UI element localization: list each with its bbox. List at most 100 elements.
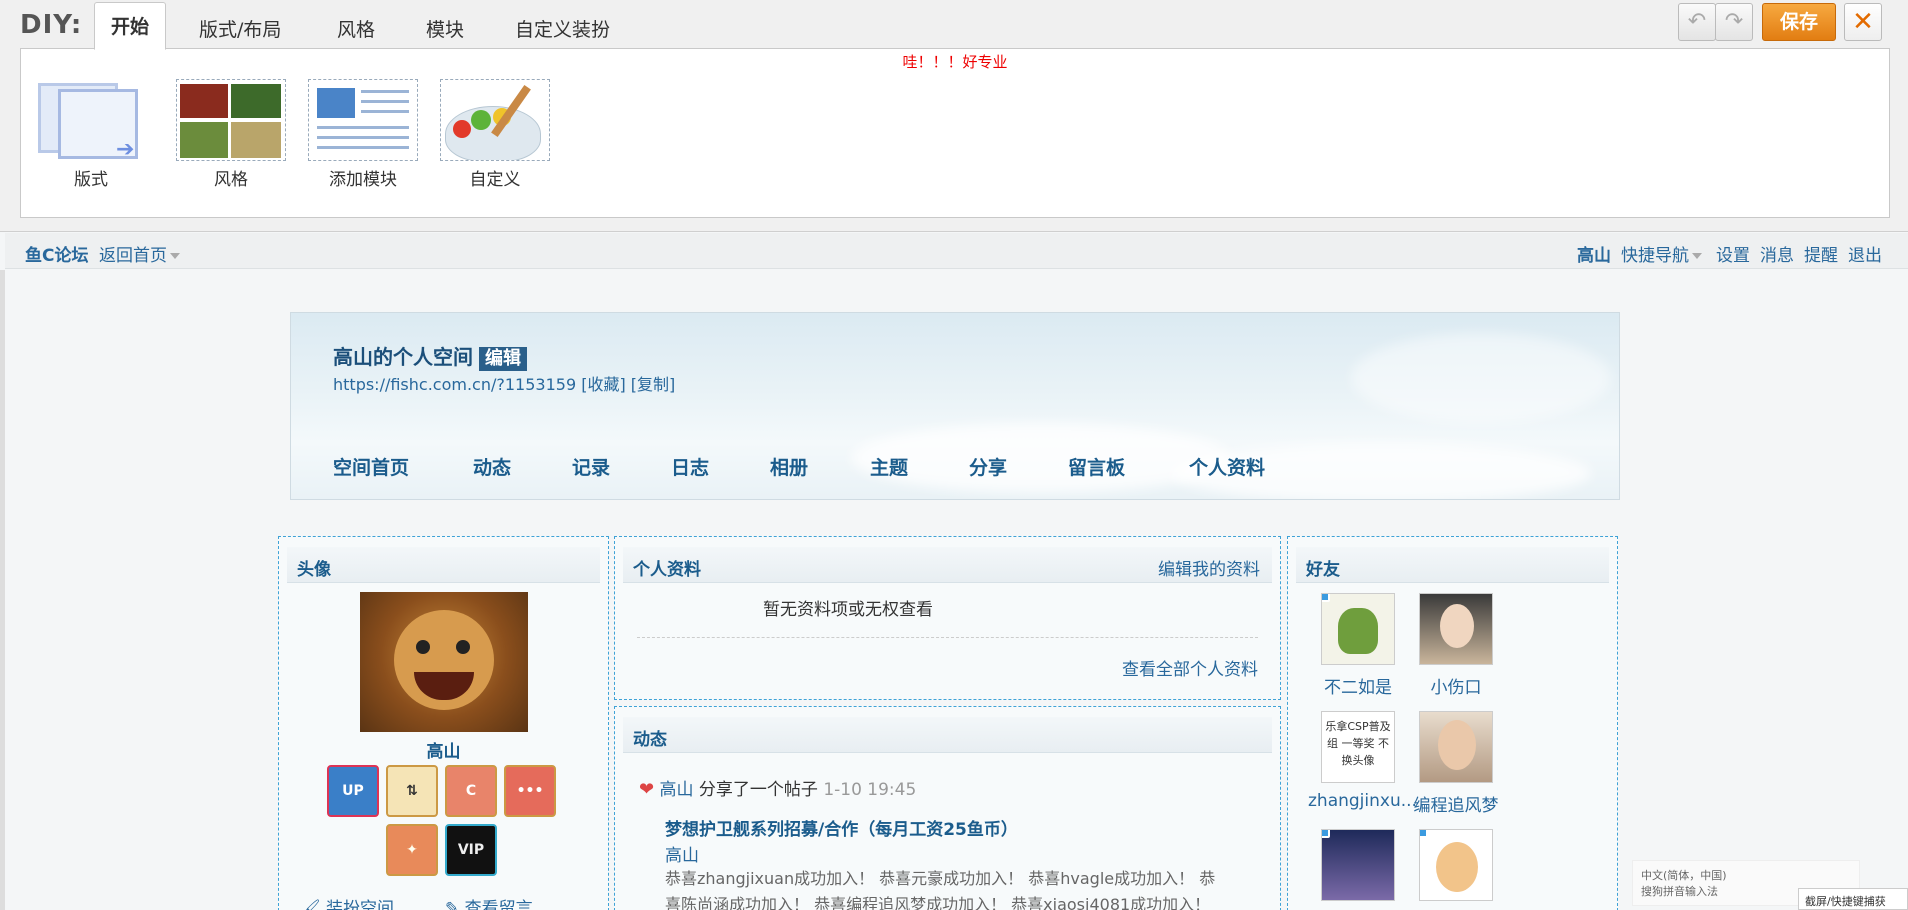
profile-panel: 个人资料 编辑我的资料 暂无资料项或无权查看 查看全部个人资料 bbox=[614, 536, 1281, 700]
friend-item[interactable] bbox=[1406, 829, 1506, 909]
tab-layout[interactable]: 版式/布局 bbox=[183, 10, 297, 50]
messages-link[interactable]: 消息 bbox=[1760, 241, 1794, 266]
online-icon bbox=[1322, 830, 1330, 838]
friend-avatar bbox=[1321, 829, 1395, 901]
edit-profile-link[interactable]: 编辑我的资料 bbox=[1158, 555, 1260, 580]
friend-item[interactable]: 不二如是 bbox=[1308, 593, 1408, 698]
friend-avatar-figure bbox=[1338, 608, 1378, 654]
undo-button[interactable]: ↶ bbox=[1678, 3, 1716, 41]
tab-start[interactable]: 开始 bbox=[94, 2, 167, 50]
decorate-space-link[interactable]: 🖌 装扮空间 bbox=[299, 894, 394, 910]
diy-item-label: 版式 bbox=[74, 170, 108, 190]
medal-sort-icon[interactable]: ⇅ bbox=[386, 765, 438, 817]
close-button[interactable]: ✕ bbox=[1844, 3, 1882, 41]
edit-title-button[interactable]: 编辑 bbox=[479, 347, 527, 371]
ime-tooltip: 截屏/快捷键捕获 bbox=[1798, 888, 1908, 910]
feed-user-link[interactable]: 高山 bbox=[660, 780, 694, 800]
tab-style[interactable]: 风格 bbox=[321, 10, 391, 50]
medal-star-icon[interactable]: ✦ bbox=[386, 824, 438, 876]
user-link[interactable]: 高山 bbox=[1577, 241, 1611, 266]
feed-post-title[interactable]: 梦想护卫舰系列招募/合作（每月工资25鱼币） bbox=[665, 815, 1018, 840]
diy-item-style[interactable]: 风格 bbox=[175, 79, 287, 190]
panel-title: 好友 bbox=[1306, 560, 1340, 580]
save-button[interactable]: 保存 bbox=[1762, 3, 1836, 41]
top-navigation: 鱼C论坛 返回首页 高山 快捷导航 设置 消息 提醒 退出 bbox=[5, 233, 1908, 269]
diy-item-layout[interactable]: ➔ 版式 bbox=[35, 79, 147, 190]
friend-item[interactable] bbox=[1308, 829, 1408, 909]
space-nav-home[interactable]: 空间首页 bbox=[333, 453, 409, 480]
friend-name: 小伤口 bbox=[1430, 678, 1482, 698]
space-nav-album[interactable]: 相册 bbox=[770, 453, 808, 480]
diy-item-label: 风格 bbox=[214, 170, 248, 190]
friend-avatar bbox=[1419, 829, 1493, 901]
diy-item-customize[interactable]: 自定义 bbox=[439, 79, 551, 190]
site-link[interactable]: 鱼C论坛 bbox=[25, 241, 88, 266]
home-link[interactable]: 返回首页 bbox=[99, 241, 180, 266]
quicknav-link[interactable]: 快捷导航 bbox=[1621, 241, 1702, 266]
space-nav-guestbook[interactable]: 留言板 bbox=[1068, 453, 1125, 480]
panel-header: 个人资料 编辑我的资料 bbox=[623, 547, 1272, 583]
undo-icon: ↶ bbox=[1687, 9, 1707, 34]
decorate-space-label: 装扮空间 bbox=[326, 899, 394, 910]
friend-avatar-face bbox=[1438, 720, 1476, 770]
diy-panel: 哇！！！好专业 ➔ 版式 风格 添加模块 自定义 bbox=[20, 48, 1890, 218]
view-messages-link[interactable]: ✎ 查看留言 bbox=[445, 894, 533, 910]
wand-icon: 🖌 bbox=[299, 899, 321, 910]
space-nav-feed[interactable]: 动态 bbox=[473, 453, 511, 480]
avatar-eye bbox=[456, 640, 470, 654]
diy-controls: ↶ ↷ 保存 ✕ bbox=[1678, 3, 1898, 41]
share-icon: ❤ bbox=[639, 779, 655, 800]
feed-panel: 动态 ❤ 高山 分享了一个帖子 1-10 19:45 梦想护卫舰系列招募/合作（… bbox=[614, 706, 1281, 910]
friend-avatar bbox=[1321, 593, 1395, 665]
settings-link[interactable]: 设置 bbox=[1716, 241, 1750, 266]
friend-avatar-face bbox=[1440, 604, 1474, 648]
diy-toolbar: DIY: 开始 版式/布局 风格 模块 自定义装扮 ↶ ↷ 保存 ✕ 哇！！！好… bbox=[0, 0, 1908, 232]
avatar[interactable] bbox=[360, 592, 528, 732]
friend-item[interactable]: 小伤口 bbox=[1406, 593, 1506, 698]
avatar-eye bbox=[416, 640, 430, 654]
feed-action: 分享了一个帖子 bbox=[698, 780, 818, 800]
chevron-down-icon bbox=[1692, 253, 1702, 259]
chevron-down-icon bbox=[170, 253, 180, 259]
space-nav-profile[interactable]: 个人资料 bbox=[1189, 453, 1265, 480]
online-icon bbox=[1420, 830, 1428, 838]
diy-label: DIY: bbox=[20, 10, 83, 40]
reminders-link[interactable]: 提醒 bbox=[1804, 241, 1838, 266]
add-module-icon bbox=[308, 79, 418, 161]
friend-avatar-figure bbox=[1436, 842, 1478, 892]
diy-item-label: 添加模块 bbox=[329, 170, 397, 190]
space-nav-records[interactable]: 记录 bbox=[572, 453, 610, 480]
space-header: 高山的个人空间 编辑 https://fishc.com.cn/?1153159 … bbox=[290, 312, 1620, 500]
avatar-panel: 头像 高山 UP ⇅ C ••• ✦ VIP 🖌 装扮空间 ✎ 查看留言 bbox=[278, 536, 609, 910]
feed-time: 1-10 19:45 bbox=[823, 780, 917, 800]
friend-avatar: 乐拿CSP普及组 一等奖 不换头像 bbox=[1321, 711, 1395, 783]
redo-button[interactable]: ↷ bbox=[1715, 3, 1753, 41]
feed-post-excerpt: 恭喜zhangjixuan成功加入！ 恭喜元豪成功加入！ 恭喜hvagle成功加… bbox=[665, 869, 1216, 888]
feed-post-excerpt: 喜陈尚涵成功加入！ 恭喜编程追风梦成功加入！ 恭喜xiaosi4081成功加入！ bbox=[665, 895, 1211, 910]
space-nav-threads[interactable]: 主题 bbox=[870, 453, 908, 480]
friend-item[interactable]: 编程追风梦 bbox=[1406, 711, 1506, 816]
space-url[interactable]: https://fishc.com.cn/?1153159 [收藏] [复制] bbox=[333, 371, 675, 395]
space-nav-share[interactable]: 分享 bbox=[969, 453, 1007, 480]
tab-custom-decor[interactable]: 自定义装扮 bbox=[499, 10, 626, 50]
view-all-profile-link[interactable]: 查看全部个人资料 bbox=[1122, 655, 1258, 680]
redo-icon: ↷ bbox=[1724, 9, 1744, 34]
friend-item[interactable]: 乐拿CSP普及组 一等奖 不换头像 zhangjinxu... bbox=[1308, 711, 1417, 811]
medal-up-icon[interactable]: UP bbox=[327, 765, 379, 817]
feed-post-author[interactable]: 高山 bbox=[665, 841, 699, 866]
logout-link[interactable]: 退出 bbox=[1848, 241, 1882, 266]
tab-modules[interactable]: 模块 bbox=[410, 10, 480, 50]
panel-title: 动态 bbox=[633, 730, 667, 750]
diy-item-add-module[interactable]: 添加模块 bbox=[307, 79, 419, 190]
feed-entry: ❤ 高山 分享了一个帖子 1-10 19:45 bbox=[639, 775, 916, 800]
space-nav-blog[interactable]: 日志 bbox=[671, 453, 709, 480]
medal-chat-icon[interactable]: ••• bbox=[504, 765, 556, 817]
pencil-icon: ✎ bbox=[445, 899, 460, 910]
panel-title: 个人资料 bbox=[633, 560, 701, 580]
panel-title: 头像 bbox=[297, 560, 331, 580]
medal-badge-icon[interactable]: C bbox=[445, 765, 497, 817]
friend-name: 编程追风梦 bbox=[1413, 796, 1499, 816]
friends-panel: 好友 不二如是 小伤口 乐拿CSP普及组 一等奖 不换头像 zhangjinxu… bbox=[1287, 536, 1618, 910]
medal-vip-icon[interactable]: VIP bbox=[445, 824, 497, 876]
username[interactable]: 高山 bbox=[279, 737, 608, 762]
